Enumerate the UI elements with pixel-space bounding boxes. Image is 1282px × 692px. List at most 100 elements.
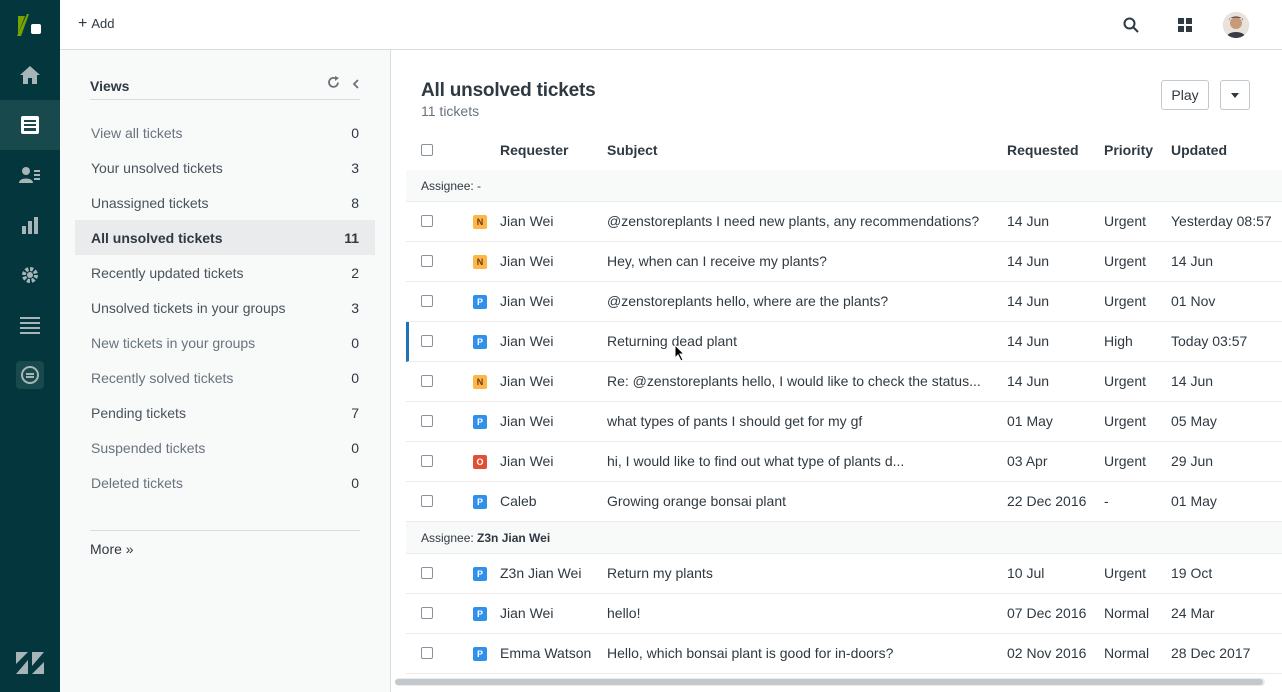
- table-row[interactable]: N Jian Wei @zenstoreplants I need new plan…: [406, 202, 1282, 242]
- column-requested[interactable]: Requested: [1007, 142, 1079, 158]
- cell-priority: Urgent: [1104, 213, 1147, 229]
- cell-subject[interactable]: hello!: [607, 605, 640, 621]
- settings-icon[interactable]: [0, 250, 60, 300]
- apps-grid-icon[interactable]: [1173, 13, 1197, 37]
- column-requester[interactable]: Requester: [500, 142, 568, 158]
- view-item-label: Pending tickets: [91, 404, 186, 421]
- scrollbar-thumb[interactable]: [395, 679, 1263, 685]
- more-views-link[interactable]: More »: [90, 541, 134, 557]
- view-item[interactable]: Recently solved tickets 0: [75, 360, 375, 395]
- cell-priority: Urgent: [1104, 413, 1147, 429]
- ticket-count: 11 tickets: [421, 103, 480, 119]
- view-item-count: 8: [351, 194, 359, 211]
- cell-subject[interactable]: what types of pants I should get for my …: [607, 413, 862, 429]
- cell-updated: 01 Nov: [1171, 293, 1216, 309]
- group-label: Assignee: -: [421, 179, 481, 193]
- cell-priority: Urgent: [1104, 253, 1147, 269]
- table-row[interactable]: P Jian Wei hello! 07 Dec 2016 Normal 24 Mar: [406, 594, 1282, 634]
- horizontal-scrollbar[interactable]: [395, 678, 1265, 686]
- views-list-icon[interactable]: [0, 300, 60, 350]
- chat-icon[interactable]: [0, 350, 60, 400]
- view-options-dropdown[interactable]: [1220, 80, 1250, 110]
- view-item[interactable]: New tickets in your groups 0: [75, 325, 375, 360]
- view-item[interactable]: All unsolved tickets 11: [75, 220, 375, 255]
- table-row[interactable]: P Caleb Growing orange bonsai plant 22 Dec …: [406, 482, 1282, 522]
- row-checkbox[interactable]: [421, 647, 433, 659]
- row-checkbox[interactable]: [421, 295, 433, 307]
- page-title: All unsolved tickets: [421, 80, 596, 101]
- view-item-label: Suspended tickets: [91, 439, 206, 456]
- tickets-icon[interactable]: [0, 100, 60, 150]
- table-row[interactable]: P Emma Watson Hello, which bonsai plant is…: [406, 634, 1282, 674]
- cell-subject[interactable]: hi, I would like to find out what type o…: [607, 453, 904, 469]
- view-item-count: 0: [351, 439, 359, 456]
- table-row[interactable]: P Jian Wei @zenstoreplants hello, where ar…: [406, 282, 1282, 322]
- cell-subject[interactable]: @zenstoreplants hello, where are the pla…: [607, 293, 888, 309]
- view-item[interactable]: Your unsolved tickets 3: [75, 150, 375, 185]
- status-badge: P: [473, 495, 487, 509]
- cell-priority: Urgent: [1104, 453, 1147, 469]
- users-icon[interactable]: [0, 150, 60, 200]
- row-checkbox[interactable]: [421, 415, 433, 427]
- cell-subject[interactable]: Growing orange bonsai plant: [607, 493, 786, 509]
- home-icon[interactable]: [0, 50, 60, 100]
- cell-subject[interactable]: Hey, when can I receive my plants?: [607, 253, 827, 269]
- select-all-checkbox[interactable]: [421, 144, 433, 156]
- views-panel: Views View all tickets 0 Your unsolved tic…: [60, 50, 391, 692]
- zendesk-product-logo-icon[interactable]: [15, 12, 45, 38]
- table-row[interactable]: P Jian Wei what types of pants I should ge…: [406, 402, 1282, 442]
- status-badge: P: [473, 335, 487, 349]
- add-button[interactable]: + Add: [78, 15, 114, 31]
- group-header: Assignee: -: [406, 170, 1282, 202]
- row-checkbox[interactable]: [421, 495, 433, 507]
- table-row[interactable]: P Z3n Jian Wei Return my plants 10 Jul Urgen…: [406, 554, 1282, 594]
- play-button[interactable]: Play: [1161, 80, 1209, 110]
- view-item-label: Unsolved tickets in your groups: [91, 299, 286, 316]
- cell-requester: Jian Wei: [500, 253, 554, 269]
- cell-subject[interactable]: Hello, which bonsai plant is good for in…: [607, 645, 893, 661]
- row-checkbox[interactable]: [421, 567, 433, 579]
- table-row[interactable]: N Jian Wei Hey, when can I receive my plan…: [406, 242, 1282, 282]
- view-item[interactable]: Unsolved tickets in your groups 3: [75, 290, 375, 325]
- row-checkbox[interactable]: [421, 335, 433, 347]
- column-subject[interactable]: Subject: [607, 142, 658, 158]
- view-item-label: All unsolved tickets: [91, 229, 223, 246]
- view-item[interactable]: Recently updated tickets 2: [75, 255, 375, 290]
- row-checkbox[interactable]: [421, 455, 433, 467]
- cell-updated: Yesterday 08:57: [1171, 213, 1272, 229]
- collapse-panel-icon[interactable]: [352, 77, 360, 93]
- cell-updated: 14 Jun: [1171, 253, 1214, 269]
- row-checkbox[interactable]: [421, 255, 433, 267]
- table-row[interactable]: P Jian Wei Returning dead plant 14 Jun High T…: [406, 322, 1282, 362]
- view-item[interactable]: Pending tickets 7: [75, 395, 375, 430]
- cell-requester: Jian Wei: [500, 373, 554, 389]
- column-updated[interactable]: Updated: [1171, 142, 1227, 158]
- view-item[interactable]: Suspended tickets 0: [75, 430, 375, 465]
- cell-subject[interactable]: Return my plants: [607, 565, 713, 581]
- status-badge: N: [473, 255, 487, 269]
- avatar[interactable]: [1223, 12, 1249, 38]
- view-item[interactable]: Unassigned tickets 8: [75, 185, 375, 220]
- views-header: Views: [90, 76, 360, 100]
- chevron-down-icon: [1231, 92, 1239, 98]
- cell-requested: 14 Jun: [1007, 373, 1050, 389]
- cell-subject[interactable]: Re: @zenstoreplants hello, I would like …: [607, 373, 981, 389]
- view-item[interactable]: Deleted tickets 0: [75, 465, 375, 500]
- column-priority[interactable]: Priority: [1104, 142, 1153, 158]
- cell-requested: 02 Nov 2016: [1007, 645, 1087, 661]
- view-item-count: 3: [351, 159, 359, 176]
- status-badge: P: [473, 295, 487, 309]
- row-checkbox[interactable]: [421, 607, 433, 619]
- table-row[interactable]: N Jian Wei Re: @zenstoreplants hello, I wo…: [406, 362, 1282, 402]
- view-item[interactable]: View all tickets 0: [75, 115, 375, 150]
- cell-subject[interactable]: @zenstoreplants I need new plants, any r…: [607, 213, 979, 229]
- refresh-icon[interactable]: [327, 76, 340, 92]
- status-badge: P: [473, 415, 487, 429]
- search-icon[interactable]: [1119, 13, 1143, 37]
- table-row[interactable]: O Jian Wei hi, I would like to find out wh…: [406, 442, 1282, 482]
- row-checkbox[interactable]: [421, 375, 433, 387]
- cell-subject[interactable]: Returning dead plant: [607, 333, 737, 349]
- row-checkbox[interactable]: [421, 215, 433, 227]
- cell-updated: 19 Oct: [1171, 565, 1213, 581]
- reports-icon[interactable]: [0, 200, 60, 250]
